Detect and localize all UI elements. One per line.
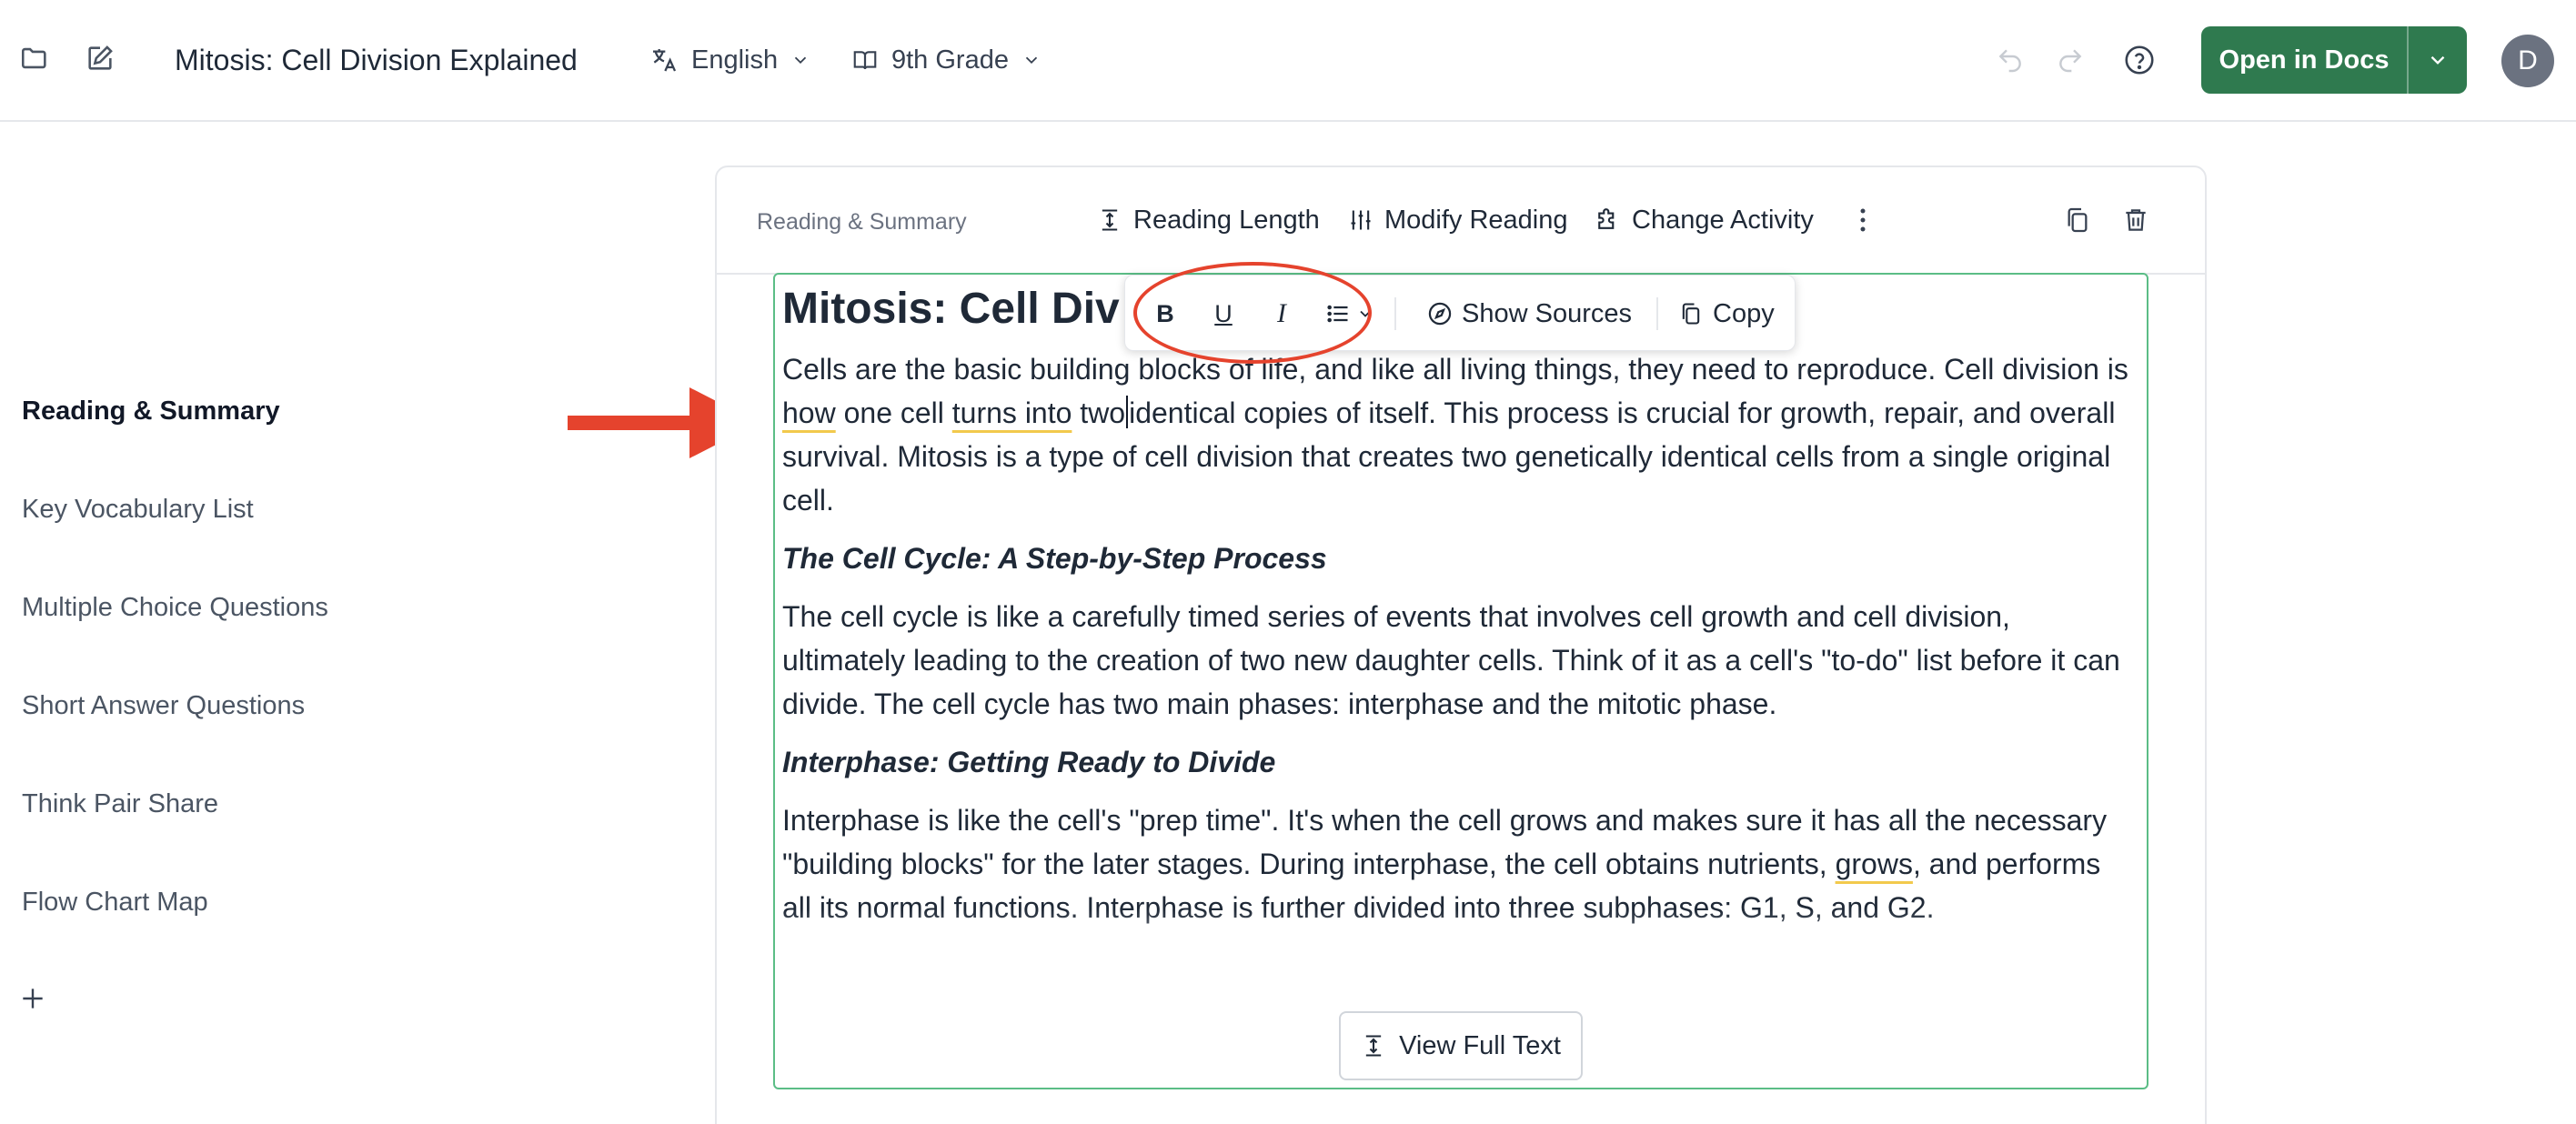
open-in-docs-dropdown[interactable] [2407, 26, 2467, 94]
reading-heading: Mitosis: Cell Div [782, 285, 1120, 333]
grade-label: 9th Grade [891, 45, 1009, 75]
more-options-icon[interactable] [1845, 202, 1881, 238]
help-icon[interactable] [2119, 40, 2159, 80]
sidebar-item-key-vocabulary[interactable]: Key Vocabulary List [22, 491, 254, 527]
language-selector[interactable]: English [649, 40, 810, 80]
edit-icon[interactable] [82, 40, 118, 76]
language-label: English [691, 45, 779, 75]
paragraph-cell-cycle: The cell cycle is like a carefully timed… [782, 600, 2120, 720]
card-label: Reading & Summary [757, 209, 967, 235]
expand-vertical-icon [1102, 209, 1118, 231]
translate-icon [653, 49, 677, 72]
chevron-down-icon [2430, 55, 2445, 65]
sliders-icon [1351, 210, 1371, 230]
duplicate-icon[interactable] [2059, 202, 2096, 238]
text-run: Cells are the basic building blocks of l… [782, 353, 2128, 386]
view-full-text-label: View Full Text [1399, 1030, 1561, 1060]
compass-icon [1428, 302, 1452, 326]
flagged-word[interactable]: how [782, 396, 836, 429]
reading-length-label: Reading Length [1133, 205, 1320, 235]
expand-vertical-icon [1365, 1035, 1382, 1057]
section-heading-interphase: Interphase: Getting Ready to Divide [782, 746, 1276, 778]
flagged-word[interactable]: turns into [952, 396, 1072, 429]
trash-icon[interactable] [2118, 202, 2154, 238]
annotation-ellipse [1133, 262, 1372, 364]
toolbar-divider [1394, 297, 1396, 330]
text-cursor [1126, 396, 1129, 428]
chevron-down-icon [794, 56, 807, 65]
flagged-word[interactable]: grows [1836, 848, 1913, 880]
puzzle-icon [1598, 208, 1615, 229]
paragraph-intro: Cells are the basic building blocks of l… [782, 347, 2128, 522]
sidebar-item-think-pair-share[interactable]: Think Pair Share [22, 786, 218, 822]
modify-reading-button[interactable]: Modify Reading [1348, 200, 1568, 240]
redo-icon[interactable] [2050, 40, 2090, 80]
card-header: Reading & Summary Reading Length Modify … [717, 167, 2205, 275]
modify-reading-label: Modify Reading [1384, 205, 1568, 235]
top-bar: Mitosis: Cell Division Explained English… [0, 0, 2576, 122]
sidebar-item-reading-summary[interactable]: Reading & Summary [22, 393, 280, 429]
reading-length-button[interactable]: Reading Length [1097, 200, 1320, 240]
document-title[interactable]: Mitosis: Cell Division Explained [175, 40, 578, 80]
copy-button[interactable]: Copy [1678, 294, 1775, 334]
sidebar-item-short-answer[interactable]: Short Answer Questions [22, 687, 305, 724]
show-sources-button[interactable]: Show Sources [1427, 294, 1632, 334]
open-in-docs-button[interactable]: Open in Docs [2201, 26, 2407, 94]
undo-icon[interactable] [1990, 40, 2030, 80]
chevron-down-icon [1025, 56, 1038, 65]
open-in-docs-button-group: Open in Docs [2201, 26, 2467, 94]
change-activity-button[interactable]: Change Activity [1594, 200, 1814, 240]
book-icon [853, 51, 877, 70]
toolbar-divider [1656, 297, 1658, 330]
copy-icon [1682, 303, 1700, 325]
folder-icon[interactable] [16, 40, 53, 76]
text-fade-overlay [775, 909, 2147, 973]
view-full-text-button[interactable]: View Full Text [1339, 1011, 1583, 1080]
text-run: one cell [835, 396, 952, 429]
text-run: two [1072, 396, 1126, 429]
section-heading-cell-cycle: The Cell Cycle: A Step-by-Step Process [782, 542, 1327, 575]
sidebar-item-multiple-choice[interactable]: Multiple Choice Questions [22, 589, 328, 626]
sidebar-item-flow-chart-map[interactable]: Flow Chart Map [22, 884, 208, 920]
copy-label: Copy [1713, 298, 1775, 328]
show-sources-label: Show Sources [1462, 298, 1632, 328]
avatar[interactable]: D [2501, 35, 2554, 87]
add-activity-icon[interactable] [18, 984, 47, 1013]
grade-selector[interactable]: 9th Grade [851, 40, 1041, 80]
change-activity-label: Change Activity [1632, 205, 1814, 235]
